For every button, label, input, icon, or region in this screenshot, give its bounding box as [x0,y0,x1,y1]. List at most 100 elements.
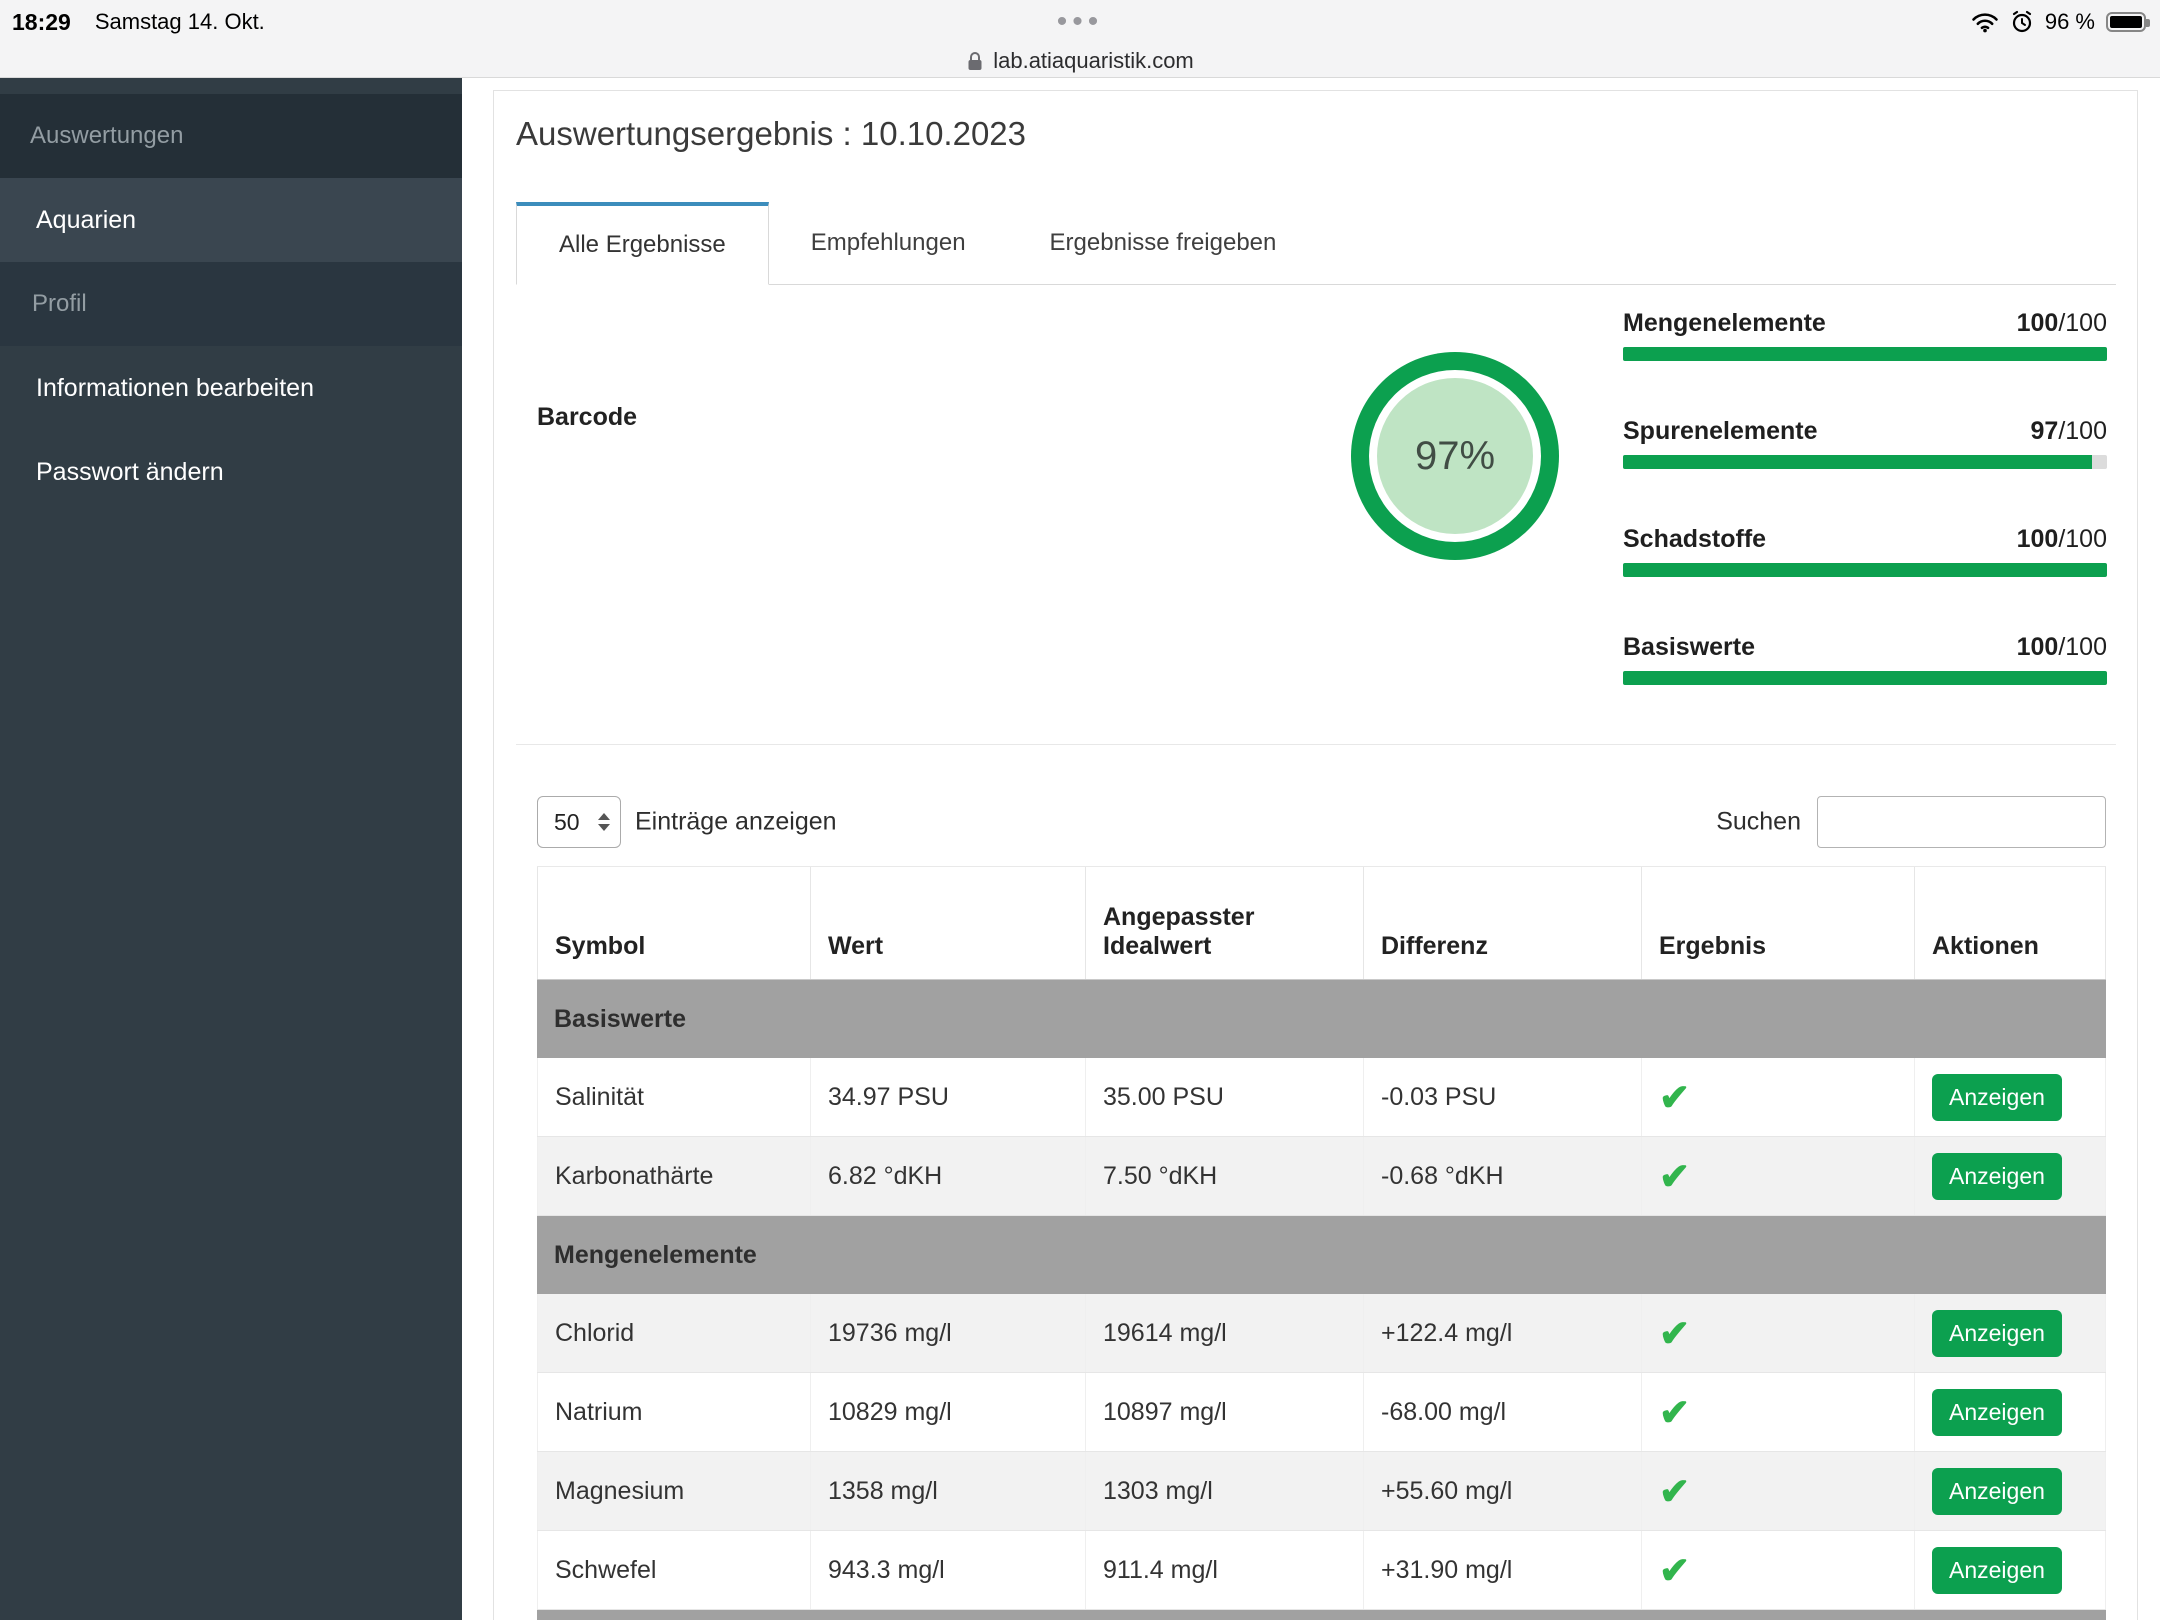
cell-ergebnis: ✔ [1641,1373,1914,1451]
cell-wert: 6.82 °dKH [810,1137,1085,1215]
lock-icon [966,50,984,72]
results-table: SymbolWertAngepasster IdealwertDifferenz… [537,866,2106,1620]
progress-bar [1623,563,2107,577]
check-icon: ✔ [1659,1079,1690,1116]
metric-value: 100/100 [2017,525,2107,554]
anzeigen-button[interactable]: Anzeigen [1932,1468,2062,1515]
anzeigen-button[interactable]: Anzeigen [1932,1153,2062,1200]
score-percent: 97% [1415,434,1495,479]
cell-ergebnis: ✔ [1641,1058,1914,1136]
table-row-schwefel: Schwefel943.3 mg/l911.4 mg/l+31.90 mg/l✔… [537,1531,2106,1610]
metric-label: Mengenelemente [1623,309,1826,338]
cell-differenz: +55.60 mg/l [1363,1452,1641,1530]
score-disc: 97% [1377,378,1533,534]
tab-alle-ergebnisse[interactable]: Alle Ergebnisse [516,202,769,285]
cell-angepasster-idealwert: 10897 mg/l [1085,1373,1363,1451]
cell-angepasster-idealwert: 35.00 PSU [1085,1058,1363,1136]
check-icon: ✔ [1659,1315,1690,1352]
cell-wert: 34.97 PSU [810,1058,1085,1136]
cell-wert: 19736 mg/l [810,1294,1085,1372]
search-input[interactable] [1817,796,2106,848]
col-header-angepasster-idealwert: Angepasster Idealwert [1085,867,1363,979]
cell-ergebnis: ✔ [1641,1531,1914,1609]
cell-differenz: -68.00 mg/l [1363,1373,1641,1451]
progress-bar [1623,455,2107,469]
sidebar-item-aquarien[interactable]: Aquarien [0,178,462,262]
tab-ergebnisse-freigeben[interactable]: Ergebnisse freigeben [1008,201,1319,284]
cell-symbol: Magnesium [537,1452,810,1530]
metric-label: Basiswerte [1623,633,1755,662]
sidebar-item-profil[interactable]: Profil [0,262,462,346]
page-size-value: 50 [554,809,598,836]
sidebar-menu: AuswertungenAquarienProfilInformationen … [0,78,462,1620]
cell-wert: 1358 mg/l [810,1452,1085,1530]
anzeigen-button[interactable]: Anzeigen [1932,1074,2062,1121]
col-header-ergebnis: Ergebnis [1641,867,1914,979]
sidebar-item-passwort-ändern[interactable]: Passwort ändern [0,430,462,514]
sidebar-item-auswertungen[interactable]: Auswertungen [0,94,462,178]
metrics-list: Mengenelemente100/100Spurenelemente97/10… [1623,309,2107,741]
more-dots-icon[interactable]: ••• [1057,5,1104,39]
score-ring: 97% [1351,352,1559,560]
page-size-select[interactable]: 50 [537,796,621,848]
metric-value: 100/100 [2017,633,2107,662]
metric-value-number: 100 [2017,525,2059,553]
cell-angepasster-idealwert: 911.4 mg/l [1085,1531,1363,1609]
table-row-natrium: Natrium10829 mg/l10897 mg/l-68.00 mg/l✔A… [537,1373,2106,1452]
progress-bar [1623,671,2107,685]
cell-symbol: Salinität [537,1058,810,1136]
cell-ergebnis: ✔ [1641,1137,1914,1215]
status-bar: 18:29 Samstag 14. Okt. ••• 96 % [0,0,2160,44]
col-header-symbol: Symbol [537,867,810,979]
tab-empfehlungen[interactable]: Empfehlungen [769,201,1008,284]
cell-differenz: +31.90 mg/l [1363,1531,1641,1609]
anzeigen-button[interactable]: Anzeigen [1932,1310,2062,1357]
metric-value: 100/100 [2017,309,2107,338]
cell-symbol: Chlorid [537,1294,810,1372]
metric-value-number: 100 [2017,309,2059,337]
cell-ergebnis: ✔ [1641,1452,1914,1530]
battery-icon [2106,12,2146,32]
main-content: Auswertungsergebnis : 10.10.2023 Alle Er… [462,78,2160,1620]
status-date: Samstag 14. Okt. [95,9,265,35]
metric-max: /100 [2058,309,2107,337]
wifi-icon [1971,12,1999,33]
cell-aktionen: Anzeigen [1914,1294,2106,1372]
browser-chrome: 18:29 Samstag 14. Okt. ••• 96 % lab.a [0,0,2160,78]
url-text: lab.atiaquaristik.com [993,48,1194,74]
cell-symbol: Karbonathärte [537,1137,810,1215]
entries-label: Einträge anzeigen [635,808,837,837]
battery-percent: 96 % [2045,9,2095,35]
table-header-row: SymbolWertAngepasster IdealwertDifferenz… [537,866,2106,980]
progress-fill [1623,347,2107,361]
table-row-magnesium: Magnesium1358 mg/l1303 mg/l+55.60 mg/l✔ A… [537,1452,2106,1531]
result-card: Auswertungsergebnis : 10.10.2023 Alle Er… [493,90,2138,1620]
section-divider [516,744,2116,745]
score-ring-gap: 97% [1369,370,1541,542]
cell-angepasster-idealwert: 1303 mg/l [1085,1452,1363,1530]
anzeigen-button[interactable]: Anzeigen [1932,1389,2062,1436]
search-label: Suchen [1716,808,1801,837]
metric-value-number: 97 [2031,417,2059,445]
table-section-mengenelemente: Mengenelemente [537,1216,2106,1294]
metric-label: Schadstoffe [1623,525,1766,554]
cell-angepasster-idealwert: 7.50 °dKH [1085,1137,1363,1215]
progress-fill [1623,671,2107,685]
table-row-karbonathärte: Karbonathärte6.82 °dKH7.50 °dKH-0.68 °dK… [537,1137,2106,1216]
check-icon: ✔ [1659,1394,1690,1431]
cell-ergebnis: ✔ [1641,1294,1914,1372]
sidebar-item-informationen-bearbeiten[interactable]: Informationen bearbeiten [0,346,462,430]
table-section-basiswerte: Basiswerte [537,980,2106,1058]
table-row-chlorid: Chlorid19736 mg/l19614 mg/l+122.4 mg/l✔A… [537,1294,2106,1373]
cell-aktionen: Anzeigen [1914,1373,2106,1451]
url-bar[interactable]: lab.atiaquaristik.com [0,44,2160,78]
cell-differenz: +122.4 mg/l [1363,1294,1641,1372]
check-icon: ✔ [1659,1158,1690,1195]
col-header-aktionen: Aktionen [1914,867,2106,979]
cell-aktionen: Anzeigen [1914,1058,2106,1136]
check-icon: ✔ [1659,1552,1690,1589]
col-header-differenz: Differenz [1363,867,1641,979]
anzeigen-button[interactable]: Anzeigen [1932,1547,2062,1594]
page-title: Auswertungsergebnis : 10.10.2023 [516,115,1026,153]
table-controls: 50 Einträge anzeigen Suchen [537,796,2106,848]
